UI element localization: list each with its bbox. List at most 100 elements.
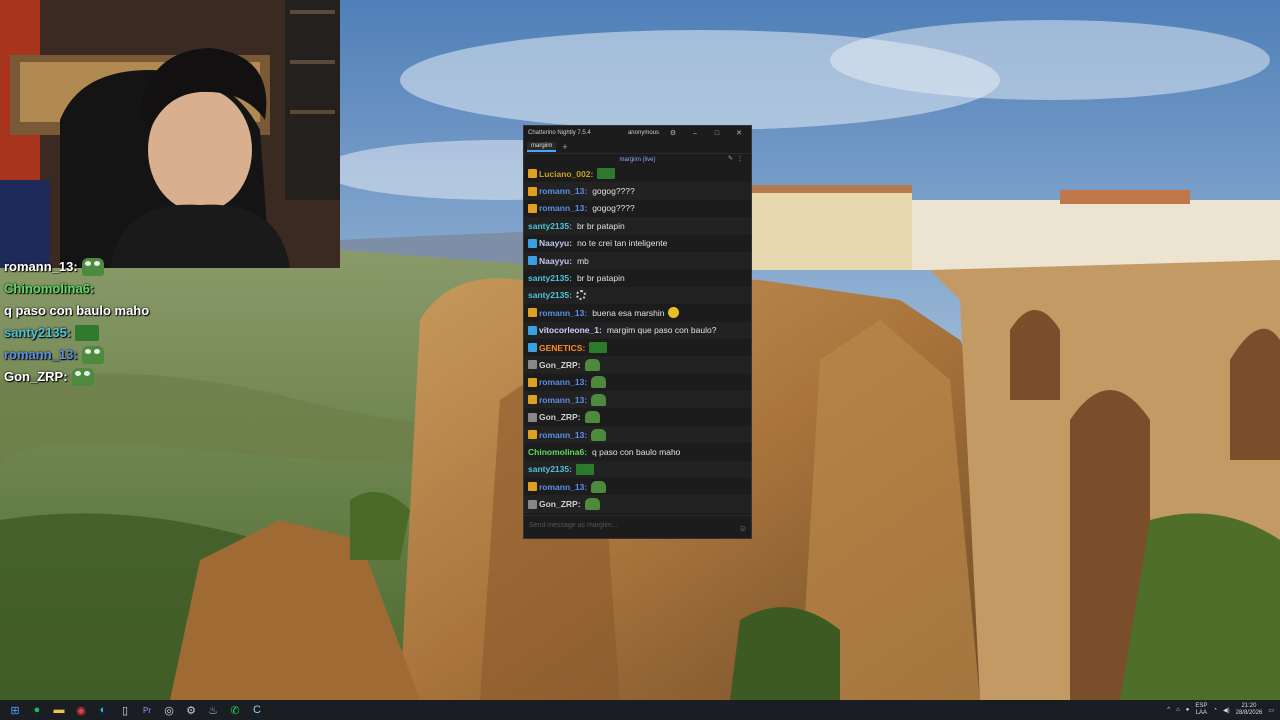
message-list[interactable]: Luciano_002: romann_13: gogog???? romann_13… [524,165,751,515]
channel-title[interactable]: margiim (live) [620,157,656,163]
message-username[interactable]: Gon_ZRP: [539,499,581,509]
notepad-icon[interactable]: ▯ [116,702,134,718]
tray-chevron-icon[interactable]: ^ [1167,707,1170,713]
chat-message[interactable]: romann_13: [524,374,751,391]
maximize-button[interactable]: □ [709,130,725,137]
chat-message[interactable]: Luciano_002: [524,165,751,182]
message-username[interactable]: santy2135: [528,273,572,283]
chatterino-window[interactable]: Chatterino Nightly 7.5.4 anonymous ⚙ – □… [523,125,752,539]
chat-message[interactable]: Chinomolina6: q paso con baulo maho [524,443,751,460]
vip-badge-icon[interactable] [528,325,537,335]
chrome-icon[interactable]: ◉ [72,702,90,718]
minimize-button[interactable]: – [687,130,703,137]
premiere-icon[interactable]: Pr [138,702,156,718]
pepe-emote-icon[interactable] [584,498,600,511]
tab-margiim[interactable]: margiim [527,141,557,152]
pepe-emote-icon[interactable] [591,393,607,406]
chat-message[interactable]: santy2135: br br patapin [524,269,751,286]
chatterino-icon[interactable]: C [248,702,266,718]
message-username[interactable]: romann_13: [539,186,587,196]
windows-start-icon[interactable]: ⊞ [6,702,24,718]
settings-icon[interactable]: ⚙ [665,129,681,137]
chat-message[interactable]: romann_13: gogog???? [524,182,751,200]
sub-badge-icon[interactable] [528,482,537,492]
chat-message[interactable]: Gon_ZRP: [524,495,751,513]
sub-badge-icon[interactable] [528,169,537,179]
chat-message[interactable]: romann_13: [524,478,751,495]
pepe-emote-icon[interactable] [591,428,607,441]
chat-message[interactable]: romann_13: gogog???? [524,200,751,217]
sub-badge-icon[interactable] [528,203,537,213]
message-username[interactable]: Chinomolina6: [528,447,587,457]
gray-badge-icon[interactable] [528,360,537,370]
chat-message[interactable]: santy2135: br br patapin [524,217,751,235]
clock[interactable]: 21:20 28/8/2026 [1236,703,1263,717]
chat-message[interactable]: romann_13: [524,391,751,409]
chat-message[interactable]: santy2135: [524,286,751,305]
message-username[interactable]: Naayyu: [539,256,572,266]
chat-message[interactable]: santy2135: [524,460,751,479]
sub-badge-icon[interactable] [528,377,537,387]
pepe-emote-icon[interactable] [584,358,600,371]
edge-icon[interactable]: ◐ [94,702,112,718]
gray-badge-icon[interactable] [528,499,537,509]
sub-badge-icon[interactable] [528,186,537,196]
gray-badge-icon[interactable] [528,412,537,422]
box-emote-icon[interactable] [589,342,608,354]
message-username[interactable]: GENETICS: [539,343,585,353]
account-switcher[interactable]: anonymous [628,130,659,136]
pepe-emote-icon[interactable] [591,376,607,389]
message-username[interactable]: romann_13: [539,377,587,387]
title-bar[interactable]: Chatterino Nightly 7.5.4 anonymous ⚙ – □… [524,126,751,140]
wifi-icon[interactable]: ◔ [1213,707,1217,713]
chat-message[interactable]: Naayyu: mb [524,251,751,270]
message-username[interactable]: romann_13: [539,430,587,440]
sub-badge-icon[interactable] [528,308,537,318]
vip-badge-icon[interactable] [528,343,537,353]
message-username[interactable]: santy2135: [528,290,572,300]
vip-badge-icon[interactable] [528,238,537,248]
chat-message[interactable]: Gon_ZRP: [524,356,751,374]
message-input[interactable]: Send message as margiim... ☺ [524,515,751,535]
whatsapp-icon[interactable]: ✆ [226,702,244,718]
message-username[interactable]: romann_13: [539,203,587,213]
mic-icon[interactable]: ● [1186,707,1190,713]
message-username[interactable]: vitocorleone_1: [539,325,602,335]
message-username[interactable]: romann_13: [539,482,587,492]
pepe-emote-icon[interactable] [584,411,600,424]
sub-badge-icon[interactable] [528,395,537,405]
message-username[interactable]: romann_13: [539,395,587,405]
message-username[interactable]: Luciano_002: [539,169,593,179]
spotify-icon[interactable]: ● [28,702,46,718]
vip-badge-icon[interactable] [528,256,537,266]
obs-icon[interactable]: ◎ [160,702,178,718]
network-icon[interactable]: ⌂ [1176,707,1180,713]
notification-icon[interactable]: ▭ [1268,707,1274,714]
spin-emote-icon[interactable] [575,290,586,301]
chat-message[interactable]: Gon_ZRP: [524,408,751,425]
emote-picker-icon[interactable]: ☺ [739,524,747,533]
settings-icon[interactable]: ⚙ [182,702,200,718]
language-indicator[interactable]: ESP LAA [1195,703,1207,717]
channel-actions[interactable]: ✎⋮ [728,155,747,162]
add-tab-button[interactable]: + [562,142,567,152]
file-explorer-icon[interactable]: ▬ [50,702,68,718]
chat-message[interactable]: GENETICS: [524,339,751,356]
chat-message[interactable]: romann_13: buena esa marshin [524,304,751,321]
sub-badge-icon[interactable] [528,430,537,440]
box-emote-icon[interactable] [575,463,594,475]
message-username[interactable]: romann_13: [539,308,587,318]
message-username[interactable]: santy2135: [528,221,572,231]
volume-icon[interactable]: ◀) [1223,707,1230,714]
message-username[interactable]: Gon_ZRP: [539,412,581,422]
box-emote-icon[interactable] [597,168,616,180]
message-username[interactable]: santy2135: [528,464,572,474]
chat-message[interactable]: romann_13: [524,425,751,444]
smile-emote-icon[interactable] [668,307,680,319]
steam-icon[interactable]: ♨ [204,702,222,718]
message-username[interactable]: Naayyu: [539,238,572,248]
pepe-emote-icon[interactable] [591,480,607,493]
close-button[interactable]: ✕ [731,129,747,137]
chat-message[interactable]: vitocorleone_1: margim que paso con baulo… [524,321,751,339]
chat-message[interactable]: Naayyu: no te crei tan inteligente [524,235,751,252]
